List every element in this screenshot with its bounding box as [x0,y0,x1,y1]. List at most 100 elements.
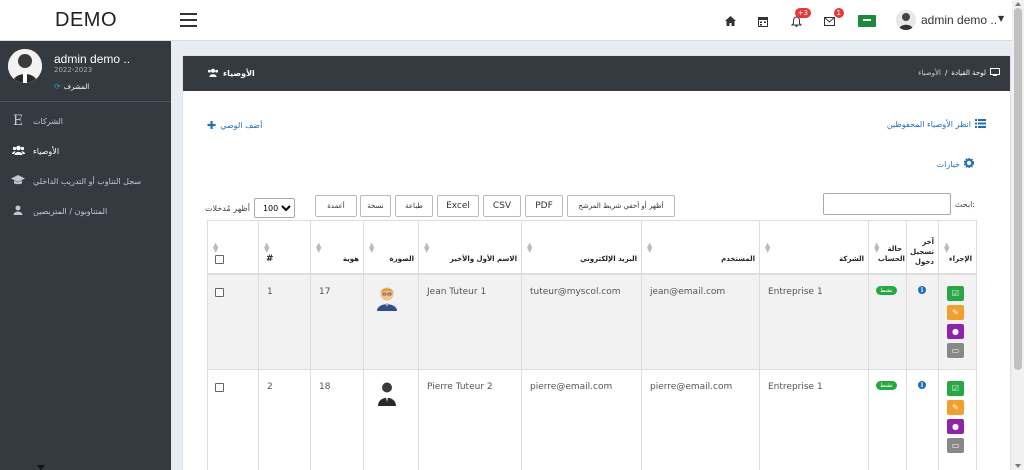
table-row[interactable]: 1 17 Jean Tuteur 1 tuteur@myscol.com jea… [208,275,976,370]
page-title: الأوصياء [207,68,255,79]
cell-user: jean@email.com [642,275,760,369]
breadcrumb-home-link[interactable]: لوحة القيادة [951,69,986,77]
cell-id: 18 [311,370,364,470]
sidebar-item-label: الشركات [33,116,63,126]
delete-button[interactable]: ▭ [947,343,964,358]
validate-button[interactable]: ☑ [947,286,964,301]
guardians-table: ▲ ▼ ▲ ▼ # ▲ ▼ هوية ▲ ▼ الصورة ▲ ▼ الاسم الأول… [207,220,977,470]
saved-guardians-button[interactable]: انظر الأوصياء المحفوظين [887,119,986,130]
options-button[interactable]: خيارات [937,157,975,170]
columns-button[interactable]: أعمدة [315,195,357,217]
copy-button[interactable]: نسخة [360,195,391,217]
sort-icon[interactable]: ▲ ▼ [213,242,218,254]
sidebar-user-name: admin demo .. [54,52,131,66]
sort-icon: ▲ ▼ [647,241,653,254]
sidebar-item-guardians[interactable]: الأوصياء [0,136,171,166]
users-icon [207,68,219,79]
info-icon[interactable]: i [918,286,926,294]
message-badge: 1 [833,8,844,18]
message-button[interactable]: ● [947,419,964,434]
sidebar: admin demo .. 2022-2023 ⟳ المشرف E الشرك… [0,41,171,470]
header-email[interactable]: ▲ ▼ البريد الإلكتروني [522,221,642,273]
scrollbar-thumb[interactable] [1014,8,1022,370]
add-guardian-button[interactable]: ✚ أضف الوصي [207,119,262,132]
row-select-cell [208,275,259,369]
avatar [8,49,42,83]
cell-actions: ☑ ✎ ● ▭ [939,370,976,470]
csv-button[interactable]: CSV [483,195,521,217]
avatar[interactable] [896,10,916,30]
header-company[interactable]: ▲ ▼ الشركة [760,221,869,273]
header-hash[interactable]: ▲ ▼ # [259,221,311,273]
status-badge: نشط [876,286,897,295]
caret-down-icon [37,465,45,470]
excel-button[interactable]: Excel [437,195,479,217]
message-button[interactable]: ● [947,324,964,339]
header-id[interactable]: ▲ ▼ هوية [311,221,364,273]
status-badge: نشط [876,381,897,390]
select-all-checkbox[interactable] [215,255,224,264]
length-select[interactable]: 100 [253,198,295,218]
pdf-button[interactable]: PDF [525,195,563,217]
cell-user: pierre@email.com [642,370,760,470]
user-menu-name[interactable]: admin demo .. [921,13,997,27]
sidebar-user-year: 2022-2023 [54,66,93,74]
bell-icon[interactable]: +3 [789,8,811,28]
sidebar-item-interns[interactable]: المتناوبون / المتربصين [0,196,171,226]
header-status[interactable]: ▲ ▼ حالة الحساب [869,221,907,273]
card-header: الأوصياء الأوصياء / لوحة القيادة [183,56,1010,91]
hamburger-menu-icon[interactable] [180,13,197,27]
print-button[interactable]: طباعة [395,195,433,217]
row-checkbox[interactable] [215,288,224,297]
sort-icon: ▲ ▼ [944,241,950,254]
breadcrumb-current: الأوصياء [918,69,941,77]
brand-logo[interactable]: DEMO [0,0,172,41]
page-scrollbar[interactable] [1012,0,1024,470]
header-action[interactable]: ▲ ▼ الإجراء [939,221,976,273]
search-control: ابحث: [822,193,975,215]
guardian-photo [377,287,397,311]
toggle-filter-button[interactable]: أظهر أو أخفي شريط المرشح [567,195,675,217]
users-icon [11,145,25,158]
header-name[interactable]: ▲ ▼ الاسم الأول والأخير [419,221,522,273]
row-checkbox[interactable] [215,383,224,392]
info-icon[interactable]: i [918,381,926,389]
cell-company: Entreprise 1 [760,370,869,470]
sort-icon: ▲ ▼ [527,241,533,254]
sort-icon: ▲ ▼ [369,241,375,254]
list-icon [975,119,986,130]
cell-actions: ☑ ✎ ● ▭ [939,275,976,369]
chevron-down-icon[interactable]: ▼ [998,14,1004,23]
edit-button[interactable]: ✎ [947,400,964,415]
sidebar-item-companies[interactable]: E الشركات [0,106,171,136]
search-input[interactable] [822,193,951,215]
delete-button[interactable]: ▭ [947,438,964,453]
scroll-down-arrow-icon[interactable] [1015,464,1021,468]
cell-last-login: i [907,370,939,470]
user-icon [11,205,25,218]
cell-name: Jean Tuteur 1 [419,275,522,369]
scroll-up-arrow-icon[interactable] [1015,2,1021,6]
edit-button[interactable]: ✎ [947,305,964,320]
cell-email: tuteur@myscol.com [522,275,642,369]
sidebar-item-label: سجل التناوب أو التدريب الداخلي [33,176,142,186]
home-icon[interactable] [723,14,737,28]
validate-button[interactable]: ☑ [947,381,964,396]
length-label: أظهر مُدخلات [205,203,250,213]
graduation-cap-icon [11,174,25,188]
cell-company: Entreprise 1 [760,275,869,369]
sidebar-item-internship-log[interactable]: سجل التناوب أو التدريب الداخلي [0,166,171,196]
search-label: ابحث: [954,199,975,209]
envelope-icon[interactable]: 1 [822,8,844,28]
table-row[interactable]: 2 18 Pierre Tuteur 2 pierre@email.com pi… [208,370,976,470]
header-photo[interactable]: ▲ ▼ الصورة [364,221,419,273]
calendar-icon[interactable] [756,14,770,28]
sidebar-user-panel: admin demo .. 2022-2023 ⟳ المشرف [0,41,171,102]
header-last-login[interactable]: آخر تسجيل دخول [907,221,939,273]
cell-photo [364,275,419,369]
sidebar-role-label: المشرف [63,82,90,91]
flag-icon[interactable] [858,15,876,27]
header-user[interactable]: ▲ ▼ المستخدم [642,221,760,273]
header-select-all: ▲ ▼ [208,221,259,273]
cell-name: Pierre Tuteur 2 [419,370,522,470]
